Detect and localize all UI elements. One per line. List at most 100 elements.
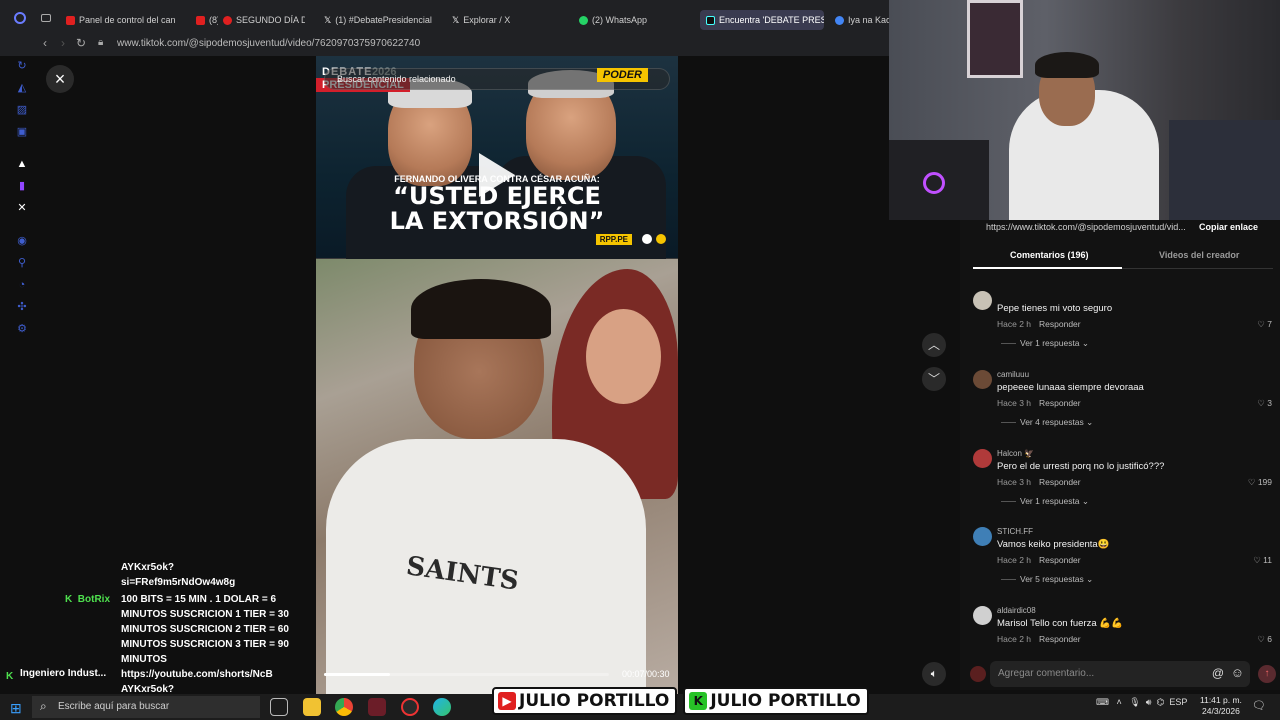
chat-line: MINUTOS SUSCRICION 1 TIER = 30 [121, 609, 289, 620]
browser-logo-icon[interactable] [14, 12, 26, 24]
chat-line: 100 BITS = 15 MIN . 1 DOLAR = 6 [121, 594, 277, 605]
clock-icon[interactable]: ◔ [15, 278, 29, 292]
avatar[interactable] [973, 291, 992, 310]
airplane-icon[interactable]: ▲ [15, 157, 29, 171]
send-comment-button[interactable]: ↑ [1258, 665, 1276, 683]
mic-icon[interactable]: 🎙︎ [1129, 697, 1140, 707]
tiktok-icon [706, 15, 715, 25]
puzzle-icon[interactable]: ✣ [15, 300, 29, 314]
chevron-down-icon: ⌄ [1081, 496, 1090, 506]
url-field[interactable]: www.tiktok.com/@sipodemosjuventud/video/… [117, 38, 420, 49]
x-sidebar-icon[interactable]: ✕ [15, 201, 29, 215]
comment-item: camiluuu pepeeee lunaaa siempre devoraaa… [973, 370, 1278, 448]
like-button[interactable]: ♡ 199 [1248, 477, 1272, 488]
chrome-icon[interactable] [335, 698, 353, 716]
opera-icon[interactable] [368, 698, 386, 716]
comment-input[interactable]: Agregar comentario... @ ☺ [990, 661, 1250, 687]
tab-creator-videos[interactable]: Videos del creador [1159, 250, 1239, 260]
view-replies-button[interactable]: Ver 4 respuestas ⌄ [1001, 417, 1093, 428]
like-button[interactable]: ♡ 7 [1257, 319, 1272, 330]
play-icon[interactable] [479, 153, 515, 197]
chevron-up-icon[interactable]: ˄ [1117, 697, 1122, 707]
keyboard-icon[interactable]: ⌨ [1096, 697, 1109, 707]
chat-username: Ingeniero Indust... [20, 668, 107, 679]
taskbar-clock[interactable]: 11:41 p. m. 24/3/2026 [1200, 695, 1242, 717]
avatar[interactable] [973, 527, 992, 546]
windows-start-icon[interactable]: ⊞ [10, 700, 22, 717]
reply-button[interactable]: Responder [1039, 634, 1081, 644]
previous-video-button[interactable]: ︿ [922, 333, 946, 357]
comment-item: aldairdic08 Marisol Tello con fuerza 💪💪 … [973, 606, 1278, 652]
comment-text: Marisol Tello con fuerza 💪💪 [997, 618, 1123, 629]
view-replies-button[interactable]: Ver 1 respuesta ⌄ [1001, 338, 1089, 349]
comment-text: Vamos keiko presidenta😃 [997, 539, 1110, 550]
file-explorer-icon[interactable] [303, 698, 321, 716]
reply-button[interactable]: Responder [1039, 477, 1081, 487]
tab-debate-x[interactable]: 𝕏 (1) #DebatePresidencial - [322, 9, 434, 31]
whatsapp-icon [579, 15, 588, 25]
obs-icon[interactable] [401, 698, 419, 716]
network-icon[interactable]: ⌬ [1156, 697, 1164, 707]
window-frame [967, 0, 1023, 78]
emoji-icon[interactable]: ☺ [1231, 665, 1244, 680]
tab-google[interactable]: Iya na Kao [833, 9, 889, 31]
comment-username[interactable]: STICH.FF [997, 527, 1033, 536]
video-player[interactable]: DEBATE 2026 PRESIDENCIAL Buscar contenid… [316, 56, 678, 694]
speaker-icon[interactable]: 🔊︎ [1146, 697, 1152, 707]
comment-meta: Hace 2 h Responder [997, 634, 1081, 644]
poder-logo: PODER [596, 68, 648, 82]
layers-icon[interactable]: ▨ [15, 103, 29, 117]
search-icon: ⌕ [40, 699, 47, 713]
comment-text: Pepe tienes mi voto seguro [997, 303, 1113, 314]
live-icon [223, 15, 232, 25]
avatar[interactable] [973, 370, 992, 389]
messenger-icon[interactable]: ▣ [15, 125, 29, 139]
bag-icon[interactable]: ◭ [15, 81, 29, 95]
mention-icon[interactable]: @ [1212, 666, 1224, 680]
video-progress-bar[interactable] [324, 673, 609, 676]
avatar[interactable] [973, 606, 992, 625]
tab-panel-control[interactable]: Panel de control del canal [64, 9, 176, 31]
forward-icon[interactable]: › [55, 35, 71, 51]
pin-icon[interactable]: ⚲ [15, 256, 29, 270]
youtube-icon [66, 15, 75, 25]
dot-white [642, 234, 652, 244]
view-replies-button[interactable]: Ver 1 respuesta ⌄ [1001, 496, 1089, 507]
like-button[interactable]: ♡ 11 [1253, 555, 1272, 566]
tab-explorar-x[interactable]: 𝕏 Explorar / X [450, 9, 550, 31]
reload-icon[interactable]: ↻ [73, 35, 89, 51]
reply-button[interactable]: Responder [1039, 398, 1081, 408]
history-icon[interactable]: ↻ [15, 59, 29, 73]
back-icon[interactable]: ‹ [37, 35, 53, 51]
comment-username[interactable]: aldairdic08 [997, 606, 1036, 615]
notification-icon[interactable]: 🗨︎ [1252, 699, 1266, 712]
system-tray: ⌨ ˄ 🎙︎ 🔊︎ ⌬ ESP [1096, 697, 1187, 708]
comment-username[interactable]: camiluuu [997, 370, 1029, 379]
close-video-button[interactable]: × [46, 65, 74, 93]
copy-link-button[interactable]: Copiar enlace [1199, 222, 1258, 232]
task-view-icon[interactable] [270, 698, 288, 716]
taskbar-search-input[interactable]: ⌕ Escribe aquí para buscar [32, 696, 260, 718]
settings-icon[interactable]: ⚙ [15, 322, 29, 336]
language-indicator[interactable]: ESP [1169, 697, 1187, 707]
tab-youtube-8[interactable]: (8) [194, 9, 218, 31]
like-button[interactable]: ♡ 6 [1257, 634, 1272, 645]
play-circle-icon[interactable]: ◉ [15, 234, 29, 248]
reply-button[interactable]: Responder [1039, 319, 1081, 329]
lock-icon: 🔒︎ [98, 37, 104, 48]
dot-yellow [656, 234, 666, 244]
volume-icon[interactable]: 🔈︎ [922, 662, 946, 686]
comment-username[interactable]: Halcon 🦅 [997, 449, 1034, 458]
reply-button[interactable]: Responder [1039, 555, 1081, 565]
tab-tiktok-active[interactable]: Encuentra 'DEBATE PRES [700, 10, 824, 30]
like-button[interactable]: ♡ 3 [1257, 398, 1272, 409]
twitch-icon[interactable]: ▮ [15, 179, 29, 193]
tab-overview-icon[interactable] [41, 14, 51, 22]
tab-segundo-dia[interactable]: SEGUNDO DÍA DEL [221, 9, 305, 31]
edge-icon[interactable] [433, 698, 451, 716]
tab-whatsapp[interactable]: (2) WhatsApp [577, 9, 677, 31]
avatar[interactable] [973, 449, 992, 468]
tab-comments[interactable]: Comentarios (196) [1010, 250, 1089, 260]
next-video-button[interactable]: ﹀ [922, 367, 946, 391]
view-replies-button[interactable]: Ver 5 respuestas ⌄ [1001, 574, 1093, 585]
